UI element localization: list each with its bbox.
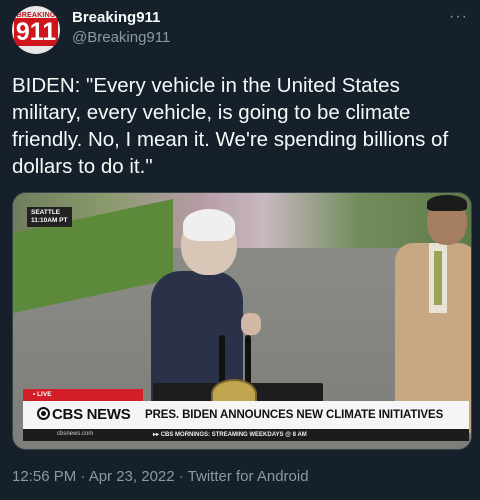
second-man-tie: [434, 251, 442, 305]
speaker-hand: [241, 313, 261, 335]
ticker-url: cbsnews.com: [57, 431, 94, 437]
avatar[interactable]: BREAKING 911: [12, 6, 60, 54]
chyron-headline: PRES. BIDEN ANNOUNCES NEW CLIMATE INITIA…: [145, 409, 444, 421]
live-badge: • LIVE: [23, 389, 143, 401]
locator-bug: SEATTLE 11:10AM PT: [27, 207, 72, 227]
cbs-news-logo: CBS NEWS: [37, 406, 131, 423]
author-names: Breaking911 @Breaking911: [72, 8, 170, 48]
tweet-header: BREAKING 911 Breaking911 @Breaking911 ··…: [12, 6, 468, 56]
avatar-number: 911: [13, 18, 59, 46]
second-man-hair: [427, 195, 467, 211]
cbs-eye-icon: [37, 407, 50, 420]
video-thumbnail[interactable]: SEATTLE 11:10AM PT • LIVE CBS NEWS PRES.…: [12, 192, 472, 450]
tweet-text: BIDEN: "Every vehicle in the United Stat…: [12, 74, 449, 178]
speaker-hair: [183, 209, 235, 241]
tweet-timestamp[interactable]: 12:56 PM · Apr 23, 2022 · Twitter for An…: [12, 468, 309, 485]
ticker-text: ▸▸ CBS MORNINGS: STREAMING WEEKDAYS @ 8 …: [153, 432, 307, 438]
microphone: [219, 335, 225, 385]
display-name[interactable]: Breaking911: [72, 8, 170, 28]
microphone: [245, 335, 251, 385]
more-horizontal-icon[interactable]: ···: [449, 8, 468, 26]
user-handle[interactable]: @Breaking911: [72, 28, 170, 48]
